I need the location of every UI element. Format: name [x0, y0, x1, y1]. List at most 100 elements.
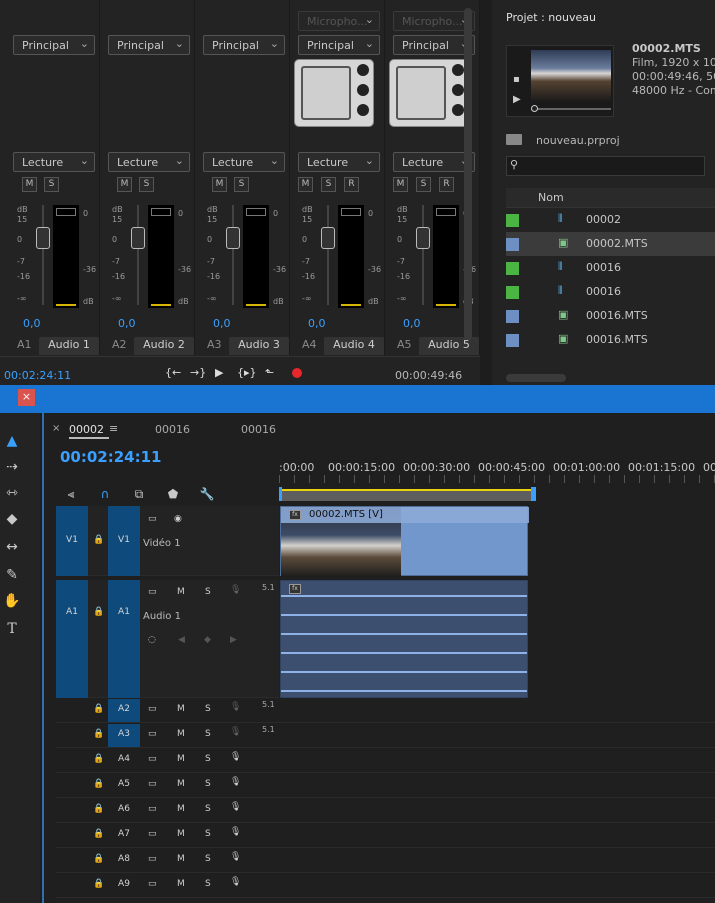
fader-knob[interactable] [36, 227, 50, 249]
mute-button[interactable]: M [177, 587, 185, 597]
toggle-sync-lock-icon[interactable]: ▭ [148, 729, 157, 739]
mute-button[interactable]: M [177, 879, 185, 889]
linked-selection-icon[interactable]: ⧉ [130, 487, 148, 503]
channel-name[interactable]: Audio 3 [229, 337, 289, 355]
pan-control[interactable] [389, 59, 469, 127]
solo-button[interactable]: S [205, 587, 211, 597]
tab-00002[interactable]: 00002 [69, 423, 104, 436]
keyframe-icon[interactable]: ◌ [148, 635, 156, 645]
solo-button[interactable]: S [205, 854, 211, 864]
track-target[interactable]: A9 [108, 874, 140, 897]
lock-icon[interactable]: 🔒 [93, 854, 104, 864]
label-color-swatch[interactable] [506, 334, 519, 347]
hand-tool-icon[interactable]: ✋ [2, 591, 22, 611]
track-label-dropdown[interactable]: Micropho...⌄ [393, 11, 475, 31]
lock-icon[interactable]: 🔒 [93, 879, 104, 889]
timeline-current-time[interactable]: 00:02:24:11 [60, 448, 162, 466]
lock-icon[interactable]: 🔒 [93, 779, 104, 789]
channel-name[interactable]: Audio 5 [419, 337, 479, 355]
output-dropdown[interactable]: Principal⌄ [393, 35, 475, 55]
lock-icon[interactable]: 🔒 [93, 535, 104, 545]
time-ruler[interactable]: :00:00 00:00:15:00 00:00:30:00 00:00:45:… [279, 457, 715, 503]
prev-keyframe-icon[interactable]: ◀ [178, 635, 185, 645]
toggle-sync-lock-icon[interactable]: ▭ [148, 879, 157, 889]
magnet-icon[interactable]: ∩ [96, 487, 114, 503]
clip-thumbnail[interactable]: ▪ ▶ [506, 45, 614, 117]
mixer-current-time[interactable]: 00:02:24:11 [4, 369, 71, 382]
record-button[interactable]: R [344, 177, 359, 192]
pan-knob-icon[interactable] [357, 84, 369, 96]
project-item[interactable]: ▣ 00016.MTS [506, 328, 715, 352]
tab-00016-b[interactable]: 00016 [241, 423, 276, 436]
channel-name[interactable]: Audio 2 [134, 337, 194, 355]
record-icon[interactable] [292, 368, 302, 378]
microphone-icon[interactable]: 🎙 [230, 752, 241, 762]
go-to-in-icon[interactable]: {← [165, 366, 181, 379]
next-keyframe-icon[interactable]: ▶ [230, 635, 237, 645]
mute-button[interactable]: M [22, 177, 37, 192]
lock-icon[interactable]: 🔒 [93, 704, 104, 714]
play-preview-icon[interactable]: ▶ [513, 94, 521, 105]
volume-value[interactable]: 0,0 [403, 317, 421, 330]
target-v1[interactable]: V1 [108, 506, 140, 576]
microphone-icon[interactable]: 🎙 [230, 585, 241, 595]
solo-button[interactable]: S [234, 177, 249, 192]
tab-00016-a[interactable]: 00016 [155, 423, 190, 436]
track-target[interactable]: A5 [108, 774, 140, 797]
microphone-icon[interactable]: 🎙 [230, 702, 241, 712]
snap-in-timeline-icon[interactable]: ⫷ [62, 487, 80, 503]
loop-icon[interactable]: ⬑ [265, 366, 274, 379]
label-color-swatch[interactable] [506, 286, 519, 299]
volume-fader[interactable] [131, 205, 145, 305]
add-marker-icon[interactable]: ⬟ [164, 487, 182, 503]
pan-control[interactable] [294, 59, 374, 127]
pan-knob-icon[interactable] [452, 104, 464, 116]
record-button[interactable]: R [439, 177, 454, 192]
solo-button[interactable]: S [205, 729, 211, 739]
search-input[interactable]: ⚲ [506, 156, 705, 176]
solo-button[interactable]: S [205, 704, 211, 714]
lock-icon[interactable]: 🔒 [93, 804, 104, 814]
wrench-icon[interactable]: 🔧 [198, 487, 216, 503]
slip-tool-icon[interactable]: ↔ [2, 537, 22, 557]
track-select-tool-icon[interactable]: ⇢ [2, 457, 22, 477]
toggle-sync-lock-icon[interactable]: ▭ [148, 704, 157, 714]
pan-knob-icon[interactable] [452, 64, 464, 76]
add-keyframe-icon[interactable]: ◆ [204, 635, 211, 645]
output-dropdown[interactable]: Principal⌄ [298, 35, 380, 55]
pan-pad[interactable] [301, 66, 351, 120]
output-dropdown[interactable]: Principal⌄ [203, 35, 285, 55]
close-tab-icon[interactable]: × [52, 423, 60, 434]
toggle-sync-lock-icon[interactable]: ▭ [148, 514, 157, 524]
eye-icon[interactable]: ◉ [174, 514, 182, 524]
track-target[interactable]: A7 [108, 824, 140, 847]
play-icon[interactable]: ▶ [215, 366, 223, 379]
mixer-scrollbar[interactable] [464, 8, 472, 340]
solo-button[interactable]: S [205, 879, 211, 889]
pan-knob-icon[interactable] [452, 84, 464, 96]
playhead-marker[interactable] [531, 487, 536, 501]
toggle-sync-lock-icon[interactable]: ▭ [148, 804, 157, 814]
close-button[interactable]: × [18, 389, 35, 406]
lock-icon[interactable]: 🔒 [93, 729, 104, 739]
solo-button[interactable]: S [321, 177, 336, 192]
solo-button[interactable]: S [205, 754, 211, 764]
fader-knob[interactable] [416, 227, 430, 249]
mute-button[interactable]: M [177, 754, 185, 764]
toggle-sync-lock-icon[interactable]: ▭ [148, 587, 157, 597]
channel-name[interactable]: Audio 1 [39, 337, 99, 355]
fader-knob[interactable] [321, 227, 335, 249]
automation-mode-dropdown[interactable]: Lecture ⌄ [203, 152, 285, 172]
mute-button[interactable]: M [177, 804, 185, 814]
source-patch-v1[interactable]: V1 [56, 506, 88, 576]
mute-button[interactable]: M [117, 177, 132, 192]
pen-tool-icon[interactable]: ✎ [2, 565, 22, 585]
volume-value[interactable]: 0,0 [23, 317, 41, 330]
project-item[interactable]: ▣ 00016.MTS [506, 304, 715, 328]
project-item[interactable]: ▣ 00002.MTS [506, 232, 715, 256]
lock-icon[interactable]: 🔒 [93, 607, 104, 617]
solo-button[interactable]: S [205, 779, 211, 789]
toggle-sync-lock-icon[interactable]: ▭ [148, 829, 157, 839]
microphone-icon[interactable]: 🎙 [230, 877, 241, 887]
microphone-icon[interactable]: 🎙 [230, 852, 241, 862]
